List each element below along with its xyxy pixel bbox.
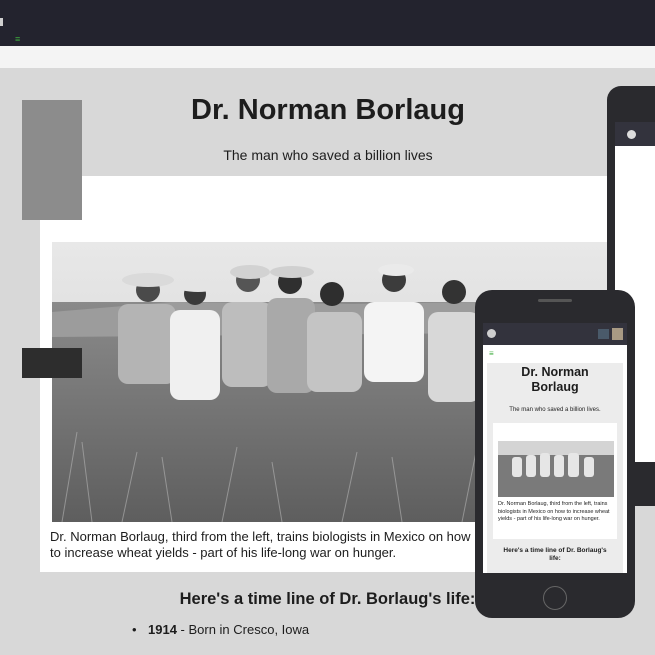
phone-photo-caption: Dr. Norman Borlaug, third from the left,… [498,501,610,522]
phone-photo-figure: Dr. Norman Borlaug, third from the left,… [493,423,617,539]
phone-page-title: Dr. Norman Borlaug [521,365,589,394]
timeline-item: 1914 - Born in Cresco, Iowa [132,622,309,637]
page-title: Dr. Norman Borlaug [191,94,465,126]
profile-icon[interactable] [612,328,623,340]
phone-speaker [538,299,572,302]
phone-screen: ≡ Dr. Norman Borlaug The man who saved a… [483,323,627,573]
phone-app-header [483,323,627,345]
tablet-hamburger-menu-icon[interactable]: ≡ [15,35,20,44]
timeline-heading: Here's a time line of Dr. Borlaug's life… [179,590,476,608]
phone-share-icon[interactable] [598,329,609,339]
hamburger-menu-icon[interactable]: ≡ [489,350,494,358]
page-header-band [0,46,655,68]
timeline-list: 1914 - Born in Cresco, Iowa [132,622,309,637]
tablet-dark-block [22,348,82,378]
phone-photo [498,441,614,497]
photo-caption: Dr. Norman Borlaug, third from the left,… [50,529,471,560]
phone-timeline-heading: Here's a time line of Dr. Borlaug's life… [503,547,607,562]
phone-page-subtitle: The man who saved a billion lives. [509,407,601,413]
tablet-app-header [615,122,655,146]
page-subtitle: The man who saved a billion lives [223,147,433,163]
timeline-event: - Born in Cresco, Iowa [176,622,310,637]
phone-device-preview: ≡ Dr. Norman Borlaug The man who saved a… [475,290,635,618]
timeline-year: 1914 [148,622,177,637]
tablet-logo-icon [627,130,636,139]
home-button[interactable] [543,586,567,610]
browser-top-bar [0,0,655,46]
phone-wheat-photo [498,441,614,497]
tablet-photo-thumb [22,100,82,220]
browser-bar-edge [0,18,3,26]
phone-logo-icon [487,329,496,338]
